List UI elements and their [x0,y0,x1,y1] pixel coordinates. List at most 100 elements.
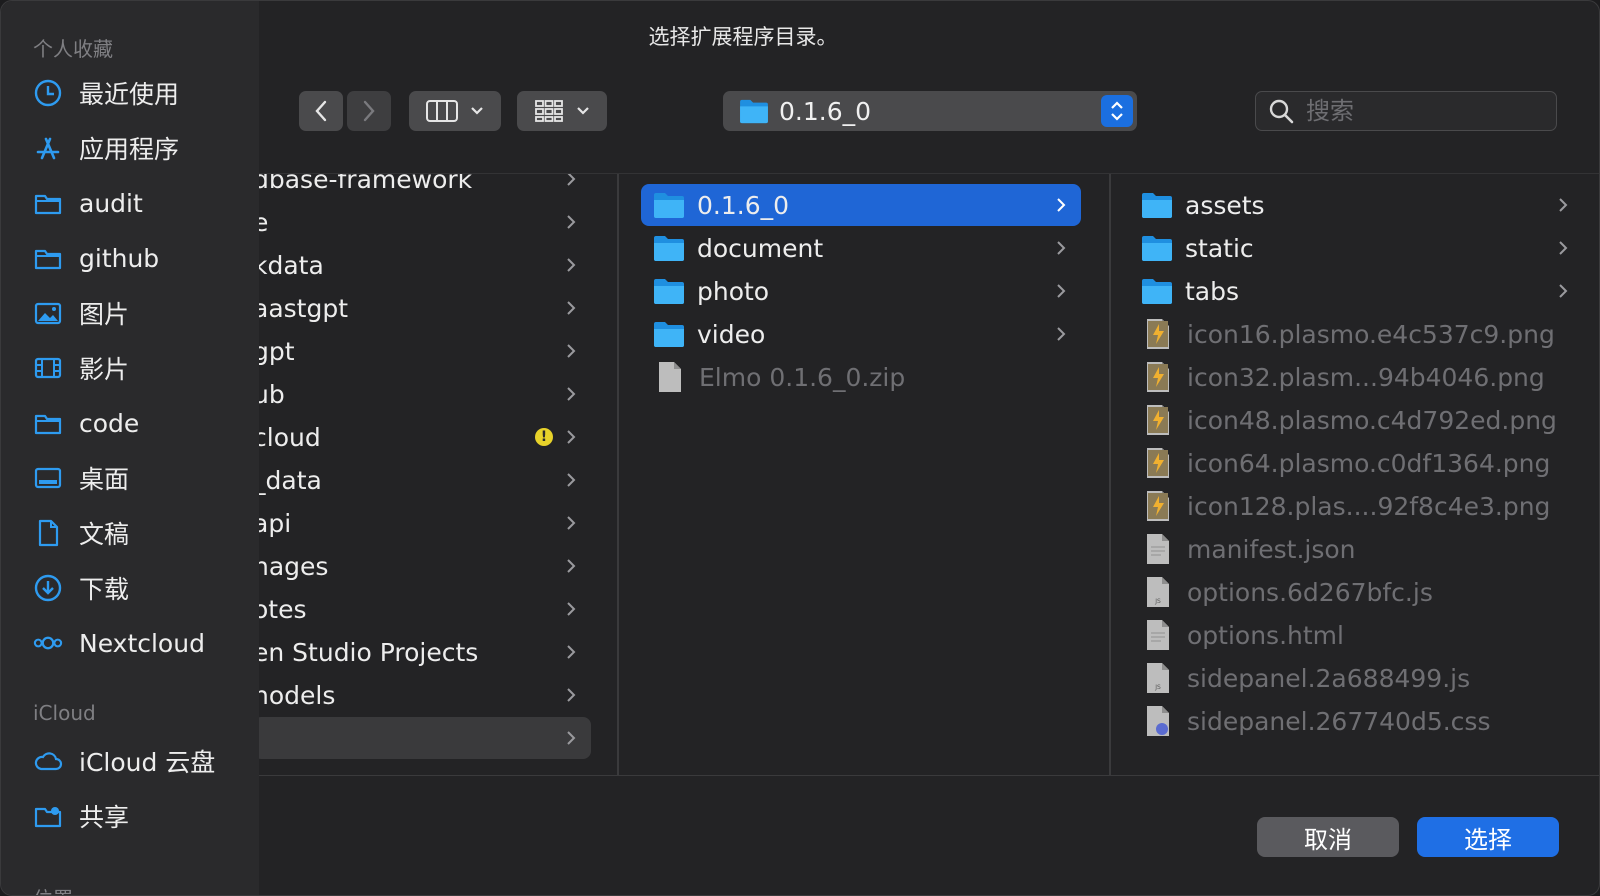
list-item[interactable]: icon64.plasmo.c0df1364.png [1129,442,1583,484]
view-mode-button[interactable] [409,91,501,131]
search-input[interactable] [1306,97,1546,125]
list-item[interactable]: icon16.plasmo.e4c537c9.png [1129,313,1583,355]
sidebar-item-label: 下载 [79,575,130,604]
list-item[interactable]: icon128.plas....92f8c4e3.png [1129,485,1583,527]
item-name: cloud [259,422,321,452]
chevron-right-icon [567,344,576,358]
sidebar-item-nextcloud[interactable]: Nextcloud [31,621,251,665]
sidebar-item-label: code [79,408,140,438]
forward-button[interactable] [347,91,391,131]
item-name: document [697,233,824,263]
search-field[interactable] [1255,91,1557,131]
list-item[interactable]: gpt [259,330,591,372]
sidebar-item-label: 影片 [79,355,130,384]
list-item[interactable]: e [259,201,591,243]
selected-folder-row[interactable]: 0.1.6_0 [641,184,1081,226]
icloud-header: iCloud [33,701,96,725]
cloud-icon [31,744,65,778]
sidebar-item-documents[interactable]: 文稿 [31,511,251,555]
item-name: manifest.json [1187,534,1356,564]
chevron-right-icon [1559,241,1568,255]
list-item[interactable]: nages [259,545,591,587]
item-name: icon64.plasmo.c0df1364.png [1187,448,1551,478]
list-item[interactable]: api [259,502,591,544]
search-icon [1269,99,1294,124]
list-item[interactable]: options.html [1129,614,1583,656]
list-item[interactable]: JS sidepanel.2a688499.js [1129,657,1583,699]
sidebar-item-label: 共享 [79,803,130,832]
image-file-icon [1147,448,1169,478]
list-item[interactable]: document [641,227,1081,269]
sidebar-item-recents[interactable]: 最近使用 [31,71,251,115]
item-name: e [259,208,268,237]
sidebar-item-movies[interactable]: 影片 [31,346,251,390]
choose-button[interactable]: 选择 [1417,817,1559,857]
back-button[interactable] [299,91,343,131]
list-item[interactable]: nodels [259,674,591,716]
sidebar-item-code[interactable]: code [31,401,251,445]
sidebar-item-label: iCloud 云盘 [79,748,216,777]
image-file-icon [1147,319,1169,349]
sidebar-item-downloads[interactable]: 下载 [31,566,251,610]
chevron-left-icon [315,100,327,122]
list-item[interactable]: icon32.plasm...94b4046.png [1129,356,1583,398]
list-item[interactable]: static [1129,227,1583,269]
chevron-right-icon [567,430,576,444]
list-item[interactable]: aastgpt [259,287,591,329]
list-item[interactable]: cloud! [259,416,591,458]
path-stepper[interactable] [1101,95,1133,127]
sidebar-item-audit[interactable]: audit [31,181,251,225]
sidebar-item-label: 文稿 [79,520,130,549]
item-name: api [259,508,292,538]
sidebar-item-icloud-drive[interactable]: iCloud 云盘 [31,739,251,783]
list-item[interactable]: kdata [259,244,591,286]
list-item[interactable]: assets [1129,184,1583,226]
image-file-icon [1147,362,1169,392]
item-name: icon48.plasmo.c4d792ed.png [1187,405,1557,435]
sidebar-item-github[interactable]: github [31,236,251,280]
sidebar-item-pictures[interactable]: 图片 [31,291,251,335]
cancel-button[interactable]: 取消 [1257,817,1399,857]
list-item[interactable]: en Studio Projects [259,631,591,673]
locations-header: 位置 [33,883,73,895]
list-item[interactable] [259,717,591,759]
group-mode-button[interactable] [517,91,607,131]
chevron-right-icon [567,473,576,487]
folder-icon [1142,236,1172,261]
list-item[interactable]: manifest.json [1129,528,1583,570]
list-item[interactable]: video [641,313,1081,355]
list-item[interactable]: icon48.plasmo.c4d792ed.png [1129,399,1583,441]
image-file-icon [1147,405,1169,435]
sidebar-item-label: github [79,243,160,273]
chevron-right-icon [567,174,576,186]
list-item[interactable]: ub [259,373,591,415]
list-item[interactable]: tabs [1129,270,1583,312]
sidebar-item-label: 应用程序 [79,135,180,164]
item-name: gpt [259,336,295,366]
chevron-right-icon [1057,198,1066,212]
list-item[interactable]: JS options.6d267bfc.js [1129,571,1583,613]
film-icon [31,351,65,385]
list-item[interactable]: otes [259,588,591,630]
item-name: sidepanel.2a688499.js [1187,663,1471,693]
chevron-right-icon [567,688,576,702]
item-name: icon128.plas....92f8c4e3.png [1187,491,1551,521]
list-item[interactable]: _data [259,459,591,501]
list-item[interactable]: dbase-framework [259,174,591,200]
sidebar-item-applications[interactable]: 应用程序 [31,126,251,170]
folder-icon [654,322,684,347]
list-item[interactable]: Elmo 0.1.6_0.zip [641,356,1081,398]
item-name: dbase-framework [259,174,473,194]
chevron-right-icon [1559,284,1568,298]
column-parent: dbase-framework e kdata aastgpt gpt ub cloud! _… [259,174,619,775]
folder-icon [31,406,65,440]
list-item[interactable]: photo [641,270,1081,312]
chevron-right-icon [1057,241,1066,255]
sidebar-item-shared[interactable]: 共享 [31,794,251,838]
list-item[interactable]: sidepanel.267740d5.css [1129,700,1583,742]
path-popup[interactable]: 0.1.6_0 [723,91,1137,131]
folder-icon [31,186,65,220]
sidebar-item-desktop[interactable]: 桌面 [31,456,251,500]
folder-icon [1142,279,1172,304]
desktop-icon [31,461,65,495]
